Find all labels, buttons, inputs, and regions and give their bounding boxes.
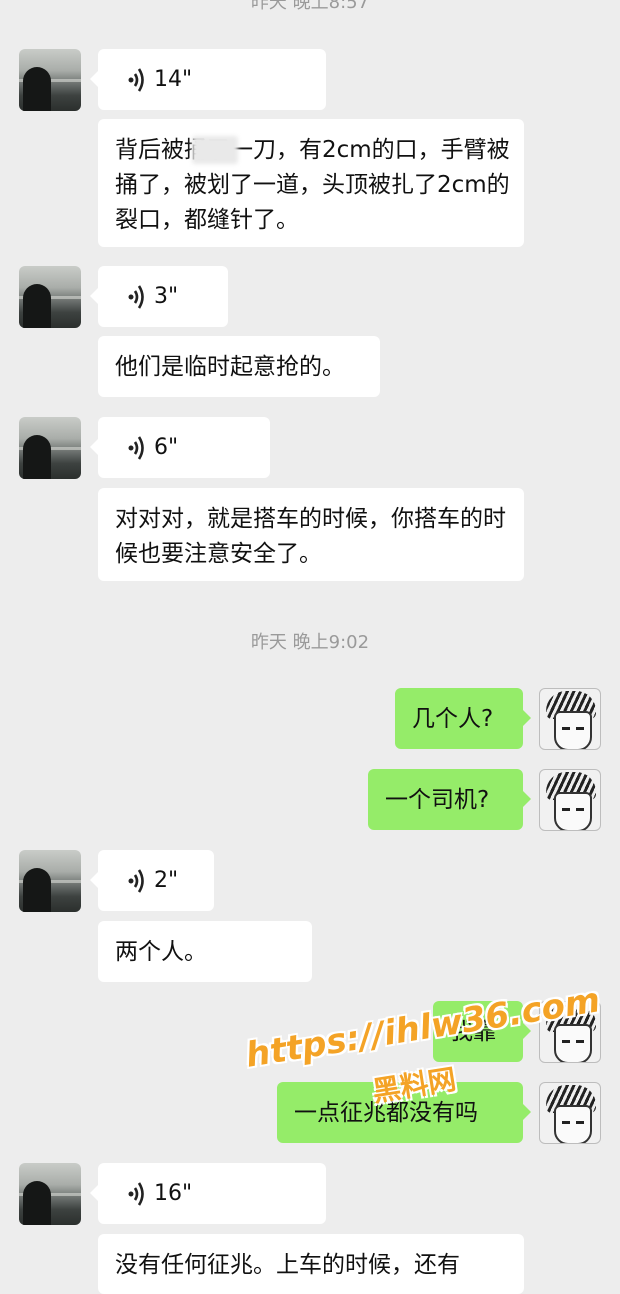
message-text: 几个人? — [412, 706, 494, 732]
contact-avatar[interactable] — [19, 850, 81, 912]
voice-wave-icon — [126, 66, 148, 94]
text-message[interactable]: 他们是临时起意抢的。 — [98, 336, 380, 397]
contact-avatar[interactable] — [19, 49, 81, 111]
message-text: 没有任何征兆。上车的时候，还有 — [115, 1252, 460, 1278]
self-avatar[interactable] — [539, 688, 601, 750]
self-avatar[interactable] — [539, 769, 601, 831]
voice-message[interactable]: 16" — [90, 1163, 326, 1224]
timestamp: 昨天 晚上9:02 — [250, 632, 370, 653]
text-message-outgoing[interactable]: 一个司机? — [368, 769, 531, 830]
text-message[interactable]: 背后被捅了一刀，有2cm的口，手臂被捅了，被划了一道，头顶被扎了2cm的裂口，都… — [98, 119, 524, 247]
text-message-outgoing[interactable]: 几个人? — [395, 688, 531, 749]
message-text: 他们是临时起意抢的。 — [115, 354, 345, 380]
voice-message[interactable]: 6" — [90, 417, 270, 478]
voice-wave-icon — [126, 1180, 148, 1208]
voice-wave-icon — [126, 283, 148, 311]
censor-blur — [192, 136, 238, 164]
text-message[interactable]: 两个人。 — [98, 921, 312, 982]
text-message[interactable]: 没有任何征兆。上车的时候，还有 — [98, 1234, 524, 1294]
voice-message[interactable]: 3" — [90, 266, 228, 327]
contact-avatar[interactable] — [19, 1163, 81, 1225]
voice-duration: 3" — [154, 284, 179, 309]
voice-wave-icon — [126, 434, 148, 462]
voice-duration: 2" — [154, 868, 179, 893]
message-text: 两个人。 — [115, 939, 207, 965]
voice-duration: 6" — [154, 435, 179, 460]
contact-avatar[interactable] — [19, 417, 81, 479]
voice-wave-icon — [126, 867, 148, 895]
voice-duration: 16" — [154, 1181, 193, 1206]
timestamp: 昨天 晚上8:57 — [250, 0, 370, 13]
message-text: 对对对，就是搭车的时候，你搭车的时候也要注意安全了。 — [115, 506, 506, 567]
voice-duration: 14" — [154, 67, 193, 92]
contact-avatar[interactable] — [19, 266, 81, 328]
message-text: 背后被捅了一刀，有2cm的口，手臂被捅了，被划了一道，头顶被扎了2cm的裂口，都… — [115, 137, 510, 233]
text-message[interactable]: 对对对，就是搭车的时候，你搭车的时候也要注意安全了。 — [98, 488, 524, 581]
self-avatar[interactable] — [539, 1082, 601, 1144]
message-text: 一个司机? — [385, 787, 490, 813]
voice-message[interactable]: 14" — [90, 49, 326, 110]
voice-message[interactable]: 2" — [90, 850, 214, 911]
